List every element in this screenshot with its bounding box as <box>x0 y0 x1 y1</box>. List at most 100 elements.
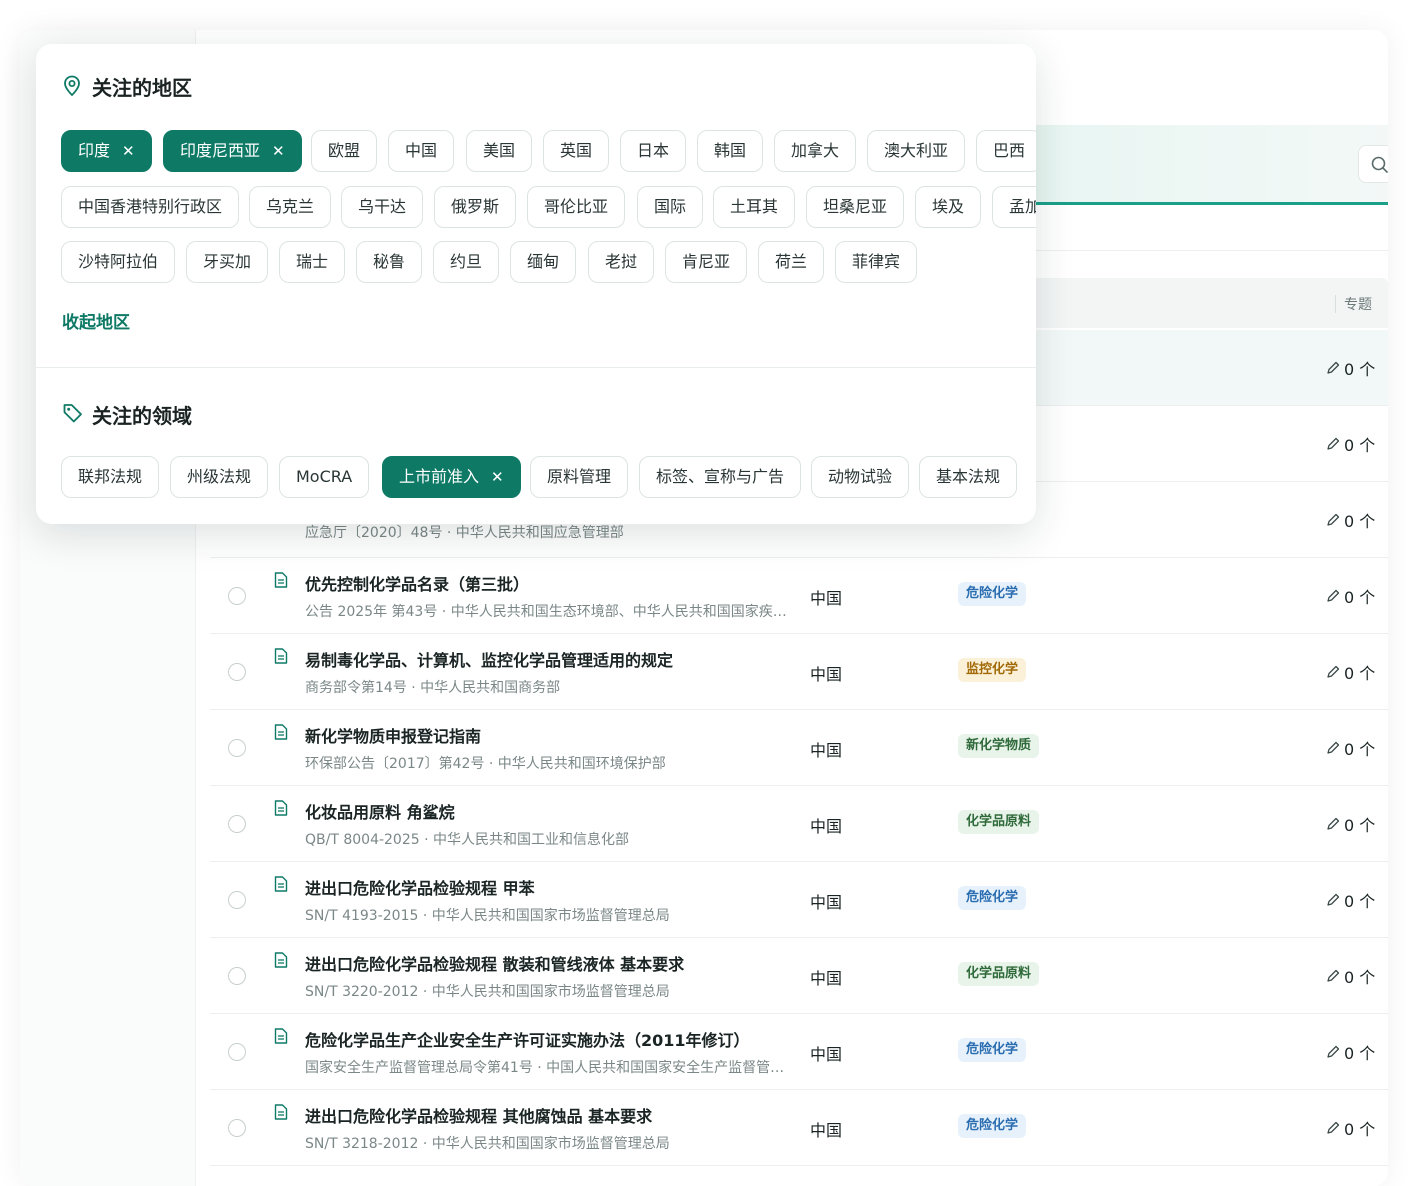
edit-icon[interactable] <box>1326 1120 1340 1139</box>
table-row[interactable]: 进出口危险化学品检验规程 其他腐蚀品 基本要求 SN/T 3218-2012 · … <box>210 1090 1388 1166</box>
chip-label: 中国 <box>405 141 438 160</box>
row-checkbox[interactable] <box>228 739 246 757</box>
row-checkbox[interactable] <box>228 1119 246 1137</box>
region-chip[interactable]: 中国 <box>388 130 455 172</box>
region-chip[interactable]: 中国香港特别行政区 <box>61 186 240 228</box>
edit-icon[interactable] <box>1326 1044 1340 1063</box>
region-chip[interactable]: 乌克兰 <box>249 186 332 228</box>
row-meta: 公告 2025年 第43号 · 中华人民共和国生态环境部、中华人民共和国国家疾病… <box>305 604 795 620</box>
edit-icon[interactable] <box>1326 664 1340 683</box>
table-row[interactable]: 易制毒化学品、计算机、监控化学品管理适用的规定 商务部令第14号 · 中华人民共和… <box>210 634 1388 710</box>
row-region: 中国 <box>810 1121 843 1140</box>
region-chip[interactable]: 埃及 <box>915 186 982 228</box>
collapse-regions-link[interactable]: 收起地区 <box>62 308 130 333</box>
region-chip[interactable]: 韩国 <box>697 130 764 172</box>
edit-icon[interactable] <box>1326 588 1340 607</box>
category-badge: 危险化学 <box>958 582 1027 606</box>
edit-icon[interactable] <box>1326 360 1340 379</box>
row-meta: SN/T 4193-2015 · 中华人民共和国国家市场监督管理总局 <box>305 908 670 924</box>
row-title[interactable]: 进出口危险化学品检验规程 其他腐蚀品 基本要求 <box>305 1103 652 1127</box>
region-chip[interactable]: 约旦 <box>433 241 500 283</box>
table-row[interactable]: 进出口危险化学品检验规程 散装和管线液体 基本要求 SN/T 3220-2012 … <box>210 938 1388 1014</box>
row-title[interactable]: 优先控制化学品名录（第三批） <box>305 571 529 595</box>
table-row[interactable]: 危险化学品生产企业安全生产许可证实施办法（2011年修订） 国家安全生产监督管理总… <box>210 1014 1388 1090</box>
region-chip[interactable]: 巴西 <box>976 130 1036 172</box>
region-chip[interactable]: 印度尼西亚 ✕ <box>163 130 302 172</box>
region-chip[interactable]: 哥伦比亚 <box>527 186 626 228</box>
row-title[interactable]: 进出口危险化学品检验规程 甲苯 <box>305 875 535 899</box>
domain-chip[interactable]: 动物试验 <box>811 456 910 498</box>
topic-count: 0 个 <box>1344 892 1376 911</box>
regions-title: 关注的地区 <box>92 76 192 100</box>
table-row[interactable]: 化妆品用原料 角鲨烷 QB/T 8004-2025 · 中华人民共和国工业和信息化… <box>210 786 1388 862</box>
table-row[interactable]: 进出口危险化学品检验规程 甲苯 SN/T 4193-2015 · 中华人民共和国国… <box>210 862 1388 938</box>
row-checkbox[interactable] <box>228 587 246 605</box>
edit-icon[interactable] <box>1326 740 1340 759</box>
region-chip[interactable]: 瑞士 <box>279 241 346 283</box>
edit-icon[interactable] <box>1326 816 1340 835</box>
region-chip[interactable]: 菲律宾 <box>835 241 918 283</box>
row-title[interactable]: 易制毒化学品、计算机、监控化学品管理适用的规定 <box>305 647 673 671</box>
chip-label: 肯尼亚 <box>682 252 731 271</box>
region-chip[interactable]: 土耳其 <box>713 186 796 228</box>
close-icon[interactable]: ✕ <box>272 142 285 160</box>
search-button[interactable] <box>1358 145 1388 183</box>
chip-label: 州级法规 <box>187 467 252 486</box>
region-chip[interactable]: 欧盟 <box>311 130 378 172</box>
region-chip[interactable]: 乌干达 <box>341 186 424 228</box>
domain-chip[interactable]: 标签、宣称与广告 <box>639 456 802 498</box>
close-icon[interactable]: ✕ <box>122 142 135 160</box>
row-checkbox[interactable] <box>228 663 246 681</box>
region-chip[interactable]: 孟加 <box>992 186 1036 228</box>
region-chip[interactable]: 肯尼亚 <box>665 241 748 283</box>
domain-chip[interactable]: MoCRA <box>279 456 370 498</box>
region-chip[interactable]: 沙特阿拉伯 <box>61 241 176 283</box>
row-title[interactable]: 危险化学品生产企业安全生产许可证实施办法（2011年修订） <box>305 1027 750 1051</box>
location-pin-icon <box>64 75 80 97</box>
domains-title: 关注的领域 <box>92 404 192 428</box>
chip-label: 英国 <box>560 141 593 160</box>
row-checkbox[interactable] <box>228 1043 246 1061</box>
table-row[interactable]: 新化学物质申报登记指南 环保部公告〔2017〕第42号 · 中华人民共和国环境保护… <box>210 710 1388 786</box>
region-chip[interactable]: 老挝 <box>588 241 655 283</box>
row-title[interactable]: 新化学物质申报登记指南 <box>305 723 481 747</box>
region-chip[interactable]: 牙买加 <box>186 241 269 283</box>
region-chip[interactable]: 缅甸 <box>510 241 577 283</box>
region-chip[interactable]: 澳大利亚 <box>867 130 966 172</box>
region-chip[interactable]: 英国 <box>543 130 610 172</box>
row-meta: SN/T 3218-2012 · 中华人民共和国国家市场监督管理总局 <box>305 1136 670 1152</box>
edit-icon[interactable] <box>1326 892 1340 911</box>
edit-icon[interactable] <box>1326 436 1340 455</box>
domain-chip[interactable]: 州级法规 <box>170 456 269 498</box>
search-icon <box>1371 156 1388 174</box>
chip-label: 印度尼西亚 <box>180 141 261 160</box>
region-chip[interactable]: 秘鲁 <box>356 241 423 283</box>
table-row[interactable]: 优先控制化学品名录（第三批） 公告 2025年 第43号 · 中华人民共和国生态环… <box>210 558 1388 634</box>
row-region: 中国 <box>810 969 843 988</box>
chip-label: 土耳其 <box>730 197 779 216</box>
region-chip[interactable]: 俄罗斯 <box>434 186 517 228</box>
row-title[interactable]: 进出口危险化学品检验规程 散装和管线液体 基本要求 <box>305 951 684 975</box>
region-chip[interactable]: 美国 <box>466 130 533 172</box>
region-chip[interactable]: 印度 ✕ <box>61 130 152 172</box>
region-chip[interactable]: 加拿大 <box>774 130 857 172</box>
edit-icon[interactable] <box>1326 968 1340 987</box>
close-icon[interactable]: ✕ <box>491 468 504 486</box>
region-chip[interactable]: 坦桑尼亚 <box>806 186 905 228</box>
row-checkbox[interactable] <box>228 815 246 833</box>
region-chip[interactable]: 国际 <box>637 186 704 228</box>
category-badge: 危险化学 <box>958 1038 1027 1062</box>
domain-chip[interactable]: 基本法规 <box>919 456 1018 498</box>
domain-chip[interactable]: 原料管理 <box>530 456 629 498</box>
row-checkbox[interactable] <box>228 891 246 909</box>
row-title[interactable]: 化妆品用原料 角鲨烷 <box>305 799 455 823</box>
region-chip[interactable]: 荷兰 <box>758 241 825 283</box>
region-chip[interactable]: 日本 <box>620 130 687 172</box>
domain-chip[interactable]: 上市前准入 ✕ <box>382 456 521 498</box>
chip-label: 欧盟 <box>328 141 361 160</box>
domain-chip[interactable]: 联邦法规 <box>61 456 160 498</box>
row-checkbox[interactable] <box>228 967 246 985</box>
chip-label: 加拿大 <box>791 141 840 160</box>
chip-label: 日本 <box>637 141 670 160</box>
chip-label: 老挝 <box>605 252 638 271</box>
